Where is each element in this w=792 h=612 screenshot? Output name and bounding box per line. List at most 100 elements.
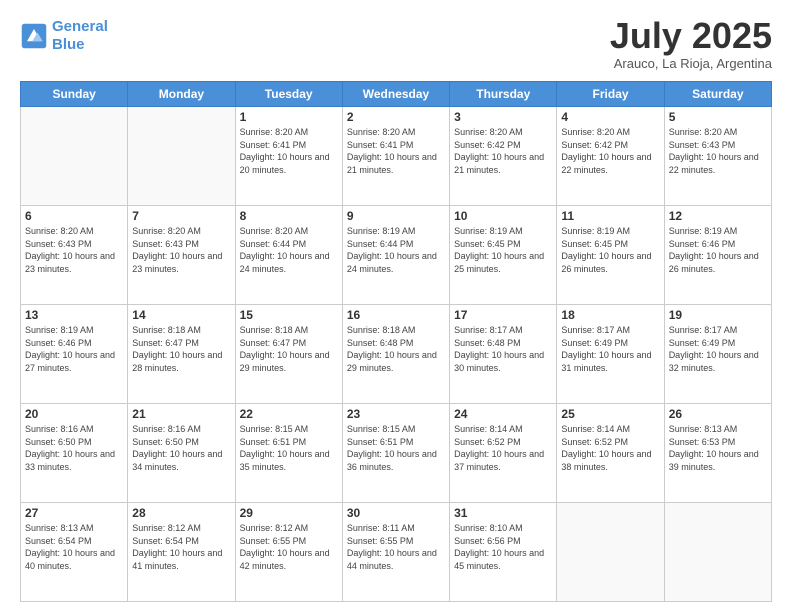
- calendar-cell: 15 Sunrise: 8:18 AMSunset: 6:47 PMDayligh…: [235, 305, 342, 404]
- day-number: 13: [25, 308, 123, 322]
- day-number: 20: [25, 407, 123, 421]
- day-number: 16: [347, 308, 445, 322]
- weekday-header-sunday: Sunday: [21, 82, 128, 107]
- cell-info: Sunrise: 8:14 AMSunset: 6:52 PMDaylight:…: [454, 423, 552, 473]
- cell-info: Sunrise: 8:18 AMSunset: 6:47 PMDaylight:…: [240, 324, 338, 374]
- calendar-cell: 2 Sunrise: 8:20 AMSunset: 6:41 PMDaylight…: [342, 107, 449, 206]
- day-number: 15: [240, 308, 338, 322]
- calendar-cell: 10 Sunrise: 8:19 AMSunset: 6:45 PMDayligh…: [450, 206, 557, 305]
- cell-info: Sunrise: 8:10 AMSunset: 6:56 PMDaylight:…: [454, 522, 552, 572]
- logo-text: General Blue: [52, 18, 108, 54]
- week-row-3: 13 Sunrise: 8:19 AMSunset: 6:46 PMDayligh…: [21, 305, 772, 404]
- cell-info: Sunrise: 8:20 AMSunset: 6:43 PMDaylight:…: [132, 225, 230, 275]
- logo: General Blue: [20, 18, 108, 54]
- cell-info: Sunrise: 8:20 AMSunset: 6:43 PMDaylight:…: [669, 126, 767, 176]
- logo-icon: [20, 22, 48, 50]
- calendar-cell: [21, 107, 128, 206]
- weekday-header-tuesday: Tuesday: [235, 82, 342, 107]
- calendar-cell: 24 Sunrise: 8:14 AMSunset: 6:52 PMDayligh…: [450, 404, 557, 503]
- cell-info: Sunrise: 8:19 AMSunset: 6:46 PMDaylight:…: [25, 324, 123, 374]
- cell-info: Sunrise: 8:17 AMSunset: 6:49 PMDaylight:…: [669, 324, 767, 374]
- cell-info: Sunrise: 8:17 AMSunset: 6:48 PMDaylight:…: [454, 324, 552, 374]
- calendar-cell: 19 Sunrise: 8:17 AMSunset: 6:49 PMDayligh…: [664, 305, 771, 404]
- day-number: 3: [454, 110, 552, 124]
- calendar-cell: 27Sunrise: 8:13 AMSunset: 6:54 PMDayligh…: [21, 503, 128, 602]
- cell-info: Sunrise: 8:20 AMSunset: 6:41 PMDaylight:…: [347, 126, 445, 176]
- weekday-header-wednesday: Wednesday: [342, 82, 449, 107]
- cell-info: Sunrise: 8:20 AMSunset: 6:44 PMDaylight:…: [240, 225, 338, 275]
- weekday-header-row: SundayMondayTuesdayWednesdayThursdayFrid…: [21, 82, 772, 107]
- logo-blue: Blue: [52, 36, 85, 53]
- day-number: 31: [454, 506, 552, 520]
- calendar-cell: [664, 503, 771, 602]
- day-number: 18: [561, 308, 659, 322]
- day-number: 23: [347, 407, 445, 421]
- calendar-cell: 8 Sunrise: 8:20 AMSunset: 6:44 PMDaylight…: [235, 206, 342, 305]
- day-number: 24: [454, 407, 552, 421]
- cell-info: Sunrise: 8:20 AMSunset: 6:41 PMDaylight:…: [240, 126, 338, 176]
- day-number: 10: [454, 209, 552, 223]
- day-number: 28: [132, 506, 230, 520]
- month-title: July 2025: [610, 18, 772, 54]
- week-row-4: 20 Sunrise: 8:16 AMSunset: 6:50 PMDayligh…: [21, 404, 772, 503]
- calendar-cell: 6 Sunrise: 8:20 AMSunset: 6:43 PMDaylight…: [21, 206, 128, 305]
- weekday-header-friday: Friday: [557, 82, 664, 107]
- day-number: 17: [454, 308, 552, 322]
- calendar-cell: 13 Sunrise: 8:19 AMSunset: 6:46 PMDayligh…: [21, 305, 128, 404]
- cell-info: Sunrise: 8:20 AMSunset: 6:42 PMDaylight:…: [454, 126, 552, 176]
- calendar-cell: 28 Sunrise: 8:12 AMSunset: 6:54 PMDayligh…: [128, 503, 235, 602]
- calendar-cell: 1 Sunrise: 8:20 AMSunset: 6:41 PMDaylight…: [235, 107, 342, 206]
- calendar-cell: 25Sunrise: 8:14 AMSunset: 6:52 PMDayligh…: [557, 404, 664, 503]
- day-number: 11: [561, 209, 659, 223]
- calendar-cell: 20Sunrise: 8:16 AMSunset: 6:50 PMDayligh…: [21, 404, 128, 503]
- calendar-cell: 29 Sunrise: 8:12 AMSunset: 6:55 PMDayligh…: [235, 503, 342, 602]
- day-number: 5: [669, 110, 767, 124]
- day-number: 6: [25, 209, 123, 223]
- cell-info: Sunrise: 8:14 AMSunset: 6:52 PMDaylight:…: [561, 423, 659, 473]
- cell-info: Sunrise: 8:19 AMSunset: 6:45 PMDaylight:…: [454, 225, 552, 275]
- day-number: 26: [669, 407, 767, 421]
- cell-info: Sunrise: 8:12 AMSunset: 6:54 PMDaylight:…: [132, 522, 230, 572]
- weekday-header-monday: Monday: [128, 82, 235, 107]
- cell-info: Sunrise: 8:20 AMSunset: 6:42 PMDaylight:…: [561, 126, 659, 176]
- calendar-cell: 18 Sunrise: 8:17 AMSunset: 6:49 PMDayligh…: [557, 305, 664, 404]
- cell-info: Sunrise: 8:18 AMSunset: 6:47 PMDaylight:…: [132, 324, 230, 374]
- cell-info: Sunrise: 8:16 AMSunset: 6:50 PMDaylight:…: [132, 423, 230, 473]
- day-number: 4: [561, 110, 659, 124]
- calendar-cell: 31 Sunrise: 8:10 AMSunset: 6:56 PMDayligh…: [450, 503, 557, 602]
- calendar-cell: 26 Sunrise: 8:13 AMSunset: 6:53 PMDayligh…: [664, 404, 771, 503]
- day-number: 1: [240, 110, 338, 124]
- calendar-table: SundayMondayTuesdayWednesdayThursdayFrid…: [20, 81, 772, 602]
- logo-general: General: [52, 18, 108, 35]
- calendar-cell: [128, 107, 235, 206]
- cell-info: Sunrise: 8:12 AMSunset: 6:55 PMDaylight:…: [240, 522, 338, 572]
- cell-info: Sunrise: 8:17 AMSunset: 6:49 PMDaylight:…: [561, 324, 659, 374]
- cell-info: Sunrise: 8:19 AMSunset: 6:44 PMDaylight:…: [347, 225, 445, 275]
- week-row-2: 6 Sunrise: 8:20 AMSunset: 6:43 PMDaylight…: [21, 206, 772, 305]
- location-subtitle: Arauco, La Rioja, Argentina: [610, 56, 772, 71]
- calendar-cell: 4 Sunrise: 8:20 AMSunset: 6:42 PMDaylight…: [557, 107, 664, 206]
- calendar-cell: 22Sunrise: 8:15 AMSunset: 6:51 PMDayligh…: [235, 404, 342, 503]
- day-number: 21: [132, 407, 230, 421]
- day-number: 19: [669, 308, 767, 322]
- day-number: 2: [347, 110, 445, 124]
- calendar-cell: 21 Sunrise: 8:16 AMSunset: 6:50 PMDayligh…: [128, 404, 235, 503]
- calendar-cell: 17 Sunrise: 8:17 AMSunset: 6:48 PMDayligh…: [450, 305, 557, 404]
- day-number: 29: [240, 506, 338, 520]
- day-number: 8: [240, 209, 338, 223]
- day-number: 30: [347, 506, 445, 520]
- calendar-cell: [557, 503, 664, 602]
- calendar-cell: 9Sunrise: 8:19 AMSunset: 6:44 PMDaylight…: [342, 206, 449, 305]
- week-row-5: 27Sunrise: 8:13 AMSunset: 6:54 PMDayligh…: [21, 503, 772, 602]
- calendar-cell: 12Sunrise: 8:19 AMSunset: 6:46 PMDayligh…: [664, 206, 771, 305]
- cell-info: Sunrise: 8:20 AMSunset: 6:43 PMDaylight:…: [25, 225, 123, 275]
- cell-info: Sunrise: 8:13 AMSunset: 6:53 PMDaylight:…: [669, 423, 767, 473]
- cell-info: Sunrise: 8:19 AMSunset: 6:46 PMDaylight:…: [669, 225, 767, 275]
- header: General Blue July 2025 Arauco, La Rioja,…: [20, 18, 772, 71]
- calendar-cell: 23Sunrise: 8:15 AMSunset: 6:51 PMDayligh…: [342, 404, 449, 503]
- calendar-cell: 14Sunrise: 8:18 AMSunset: 6:47 PMDayligh…: [128, 305, 235, 404]
- cell-info: Sunrise: 8:13 AMSunset: 6:54 PMDaylight:…: [25, 522, 123, 572]
- calendar-cell: 7 Sunrise: 8:20 AMSunset: 6:43 PMDaylight…: [128, 206, 235, 305]
- weekday-header-thursday: Thursday: [450, 82, 557, 107]
- day-number: 7: [132, 209, 230, 223]
